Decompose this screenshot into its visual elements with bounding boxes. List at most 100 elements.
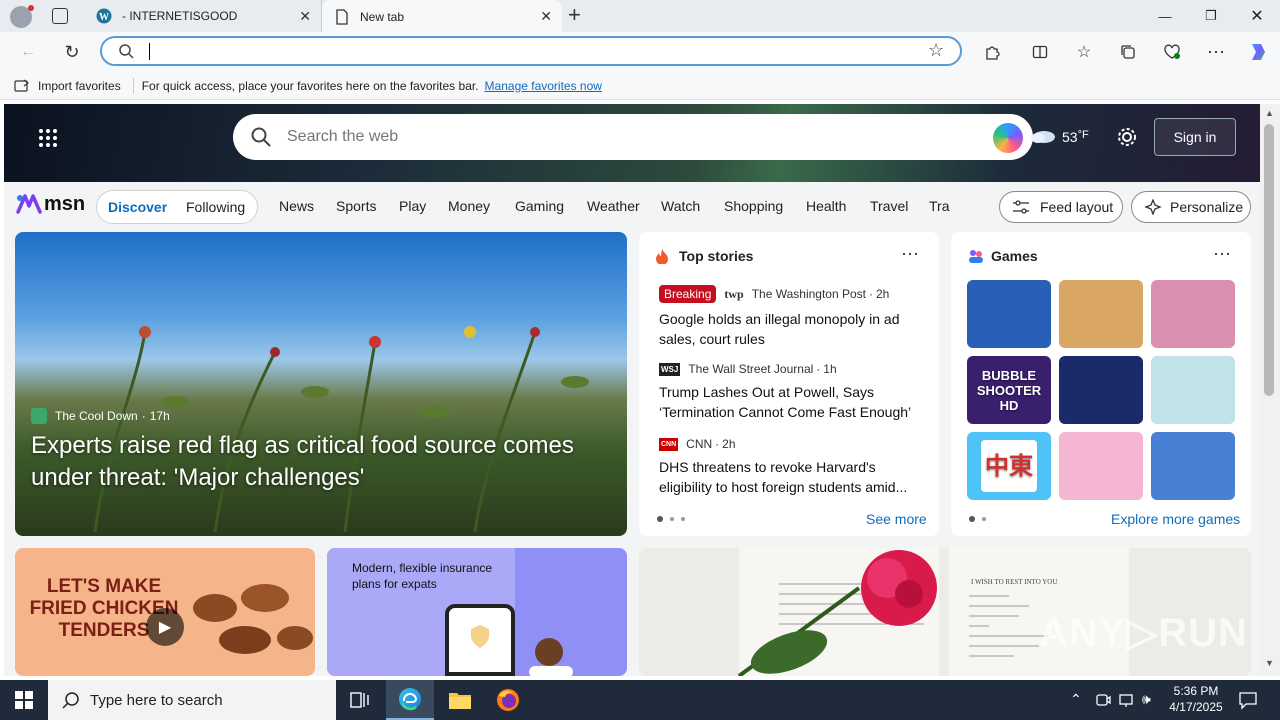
sliders-icon <box>1012 200 1030 214</box>
story-title[interactable]: DHS threatens to revoke Harvard's eligib… <box>659 457 924 497</box>
carousel-dots[interactable] <box>657 516 685 522</box>
time: 5:36 PM <box>1173 684 1219 698</box>
split-screen-icon[interactable] <box>1026 38 1054 66</box>
profile-notification-dot <box>28 5 34 11</box>
minimize-icon[interactable]: — <box>1142 0 1188 32</box>
sign-in-button[interactable]: Sign in <box>1154 118 1236 156</box>
hero-source: The Cool Down · 17h <box>31 408 170 424</box>
explore-more-games-link[interactable]: Explore more games <box>1111 511 1240 527</box>
personalize-button[interactable]: Personalize <box>1131 191 1251 223</box>
windows-start-icon[interactable] <box>0 680 48 720</box>
tab-actions-icon[interactable] <box>52 8 68 24</box>
nav-watch[interactable]: Watch <box>661 198 700 214</box>
clock[interactable]: 5:36 PM 4/17/2025 <box>1166 683 1226 715</box>
collections-icon[interactable] <box>1114 38 1142 66</box>
scrollbar-thumb[interactable] <box>1264 124 1274 396</box>
games-heading: Games <box>991 248 1038 264</box>
more-options-icon[interactable]: ⋯ <box>1213 244 1231 265</box>
nav-gaming[interactable]: Gaming <box>515 198 564 214</box>
hero-title[interactable]: Experts raise red flag as critical food … <box>31 430 601 494</box>
scroll-up-arrow[interactable]: ▲ <box>1265 108 1274 118</box>
app-launcher-icon[interactable] <box>38 128 58 148</box>
dressup-game-tile[interactable] <box>1059 432 1143 500</box>
hotel-game-tile[interactable] <box>1151 432 1235 500</box>
favorite-star-icon[interactable]: ☆ <box>928 40 944 61</box>
extensions-icon[interactable] <box>978 38 1006 66</box>
block-puzzle-game-tile[interactable] <box>1059 356 1143 424</box>
weather-temperature[interactable]: 53°F <box>1062 129 1089 145</box>
notifications-icon[interactable] <box>1238 690 1258 715</box>
new-tab-plus-icon[interactable]: + <box>568 4 581 26</box>
insurance-ad-card[interactable]: Modern, flexible insurance plans for exp… <box>327 548 627 676</box>
bubble-shooter-game-tile[interactable]: BUBBLE SHOOTER HD <box>967 356 1051 424</box>
browser-essentials-icon[interactable] <box>1158 38 1186 66</box>
cloud-weather-icon <box>1028 128 1056 144</box>
web-search-box[interactable] <box>233 114 1033 160</box>
task-view-icon[interactable] <box>336 680 384 720</box>
tab-following[interactable]: Following <box>186 199 245 215</box>
manage-favorites-link[interactable]: Manage favorites now <box>485 79 602 93</box>
tab-new-tab[interactable]: New tab ✕ <box>322 0 562 33</box>
nav-news[interactable]: News <box>279 198 314 214</box>
file-explorer-icon[interactable] <box>436 680 484 720</box>
import-favorites-button[interactable]: Import favorites <box>38 79 121 93</box>
msn-logo[interactable]: msn <box>16 192 85 216</box>
carousel-dots[interactable] <box>969 516 986 522</box>
meet-now-icon[interactable] <box>1095 692 1111 713</box>
see-more-link[interactable]: See more <box>866 511 927 527</box>
taskbar-search-box[interactable]: Type here to search <box>48 680 336 720</box>
jewel-game-tile[interactable] <box>967 280 1051 348</box>
edge-taskbar-icon[interactable] <box>386 680 434 720</box>
feed-layout-button[interactable]: Feed layout <box>999 191 1123 223</box>
web-search-input[interactable] <box>287 126 967 148</box>
search-icon <box>251 127 271 152</box>
show-hidden-icons-chevron[interactable]: ⌃ <box>1070 691 1082 708</box>
makeup-game-tile[interactable] <box>1151 280 1235 348</box>
close-window-icon[interactable]: ✕ <box>1234 0 1280 32</box>
copilot-search-icon[interactable] <box>993 123 1023 153</box>
game-tile-label: 中東 <box>981 440 1037 492</box>
nav-traffic-truncated[interactable]: Tra <box>929 198 951 214</box>
more-options-icon[interactable]: ⋯ <box>1202 38 1230 66</box>
story-title[interactable]: Google holds an illegal monopoly in ad s… <box>659 309 924 349</box>
mahjong-game-tile[interactable]: 中東 <box>967 432 1051 500</box>
svg-text:W: W <box>99 12 109 23</box>
wsj-logo: WSJ <box>659 362 681 376</box>
nav-sports[interactable]: Sports <box>336 198 376 214</box>
restore-icon[interactable]: ❐ <box>1188 0 1234 32</box>
wood-screw-game-tile[interactable] <box>1059 280 1143 348</box>
address-bar[interactable]: ☆ <box>100 36 962 66</box>
tab-internetisgood[interactable]: W - INTERNETISGOOD ✕ <box>84 0 322 32</box>
tab-discover[interactable]: Discover <box>108 199 167 215</box>
story-title[interactable]: Trump Lashes Out at Powell, Says ‘Termin… <box>659 382 929 422</box>
insurance-ad-text: Modern, flexible insurance plans for exp… <box>352 561 493 591</box>
volume-icon[interactable]: 🕪 <box>1142 691 1151 708</box>
nav-travel[interactable]: Travel <box>870 198 908 214</box>
msn-new-tab-page: 53°F Sign in msn Discover Following News… <box>4 104 1260 676</box>
copilot-icon[interactable] <box>1244 38 1272 66</box>
hospital-game-tile[interactable] <box>1151 356 1235 424</box>
recipe-video-card[interactable]: LET'S MAKE FRIED CHICKEN TENDERS ▶ <box>15 548 315 676</box>
nav-money[interactable]: Money <box>448 198 490 214</box>
back-arrow-icon[interactable]: ← <box>14 38 42 66</box>
address-input[interactable] <box>146 41 906 61</box>
vertical-scrollbar[interactable]: ▲ ▼ <box>1260 104 1280 676</box>
nav-health[interactable]: Health <box>806 198 846 214</box>
hero-story-card[interactable]: The Cool Down · 17h Experts raise red fl… <box>15 232 627 536</box>
firefox-icon[interactable] <box>484 680 532 720</box>
nav-weather[interactable]: Weather <box>587 198 640 214</box>
nav-play[interactable]: Play <box>399 198 426 214</box>
featured-image-card[interactable]: I WISH TO REST INTO YOU ANY▷RUN <box>639 548 1251 676</box>
play-video-icon[interactable]: ▶ <box>146 608 184 646</box>
divider <box>132 77 134 94</box>
close-tab-icon[interactable]: ✕ <box>299 8 311 25</box>
more-options-icon[interactable]: ⋯ <box>901 244 919 265</box>
network-icon[interactable] <box>1118 692 1136 713</box>
the-cool-down-logo <box>31 408 47 424</box>
favorites-icon[interactable]: ☆ <box>1070 38 1098 66</box>
refresh-icon[interactable]: ↻ <box>58 38 86 66</box>
scroll-down-arrow[interactable]: ▼ <box>1265 658 1274 668</box>
close-tab-icon[interactable]: ✕ <box>540 8 552 25</box>
settings-gear-icon[interactable] <box>1116 126 1138 153</box>
nav-shopping[interactable]: Shopping <box>724 198 783 214</box>
